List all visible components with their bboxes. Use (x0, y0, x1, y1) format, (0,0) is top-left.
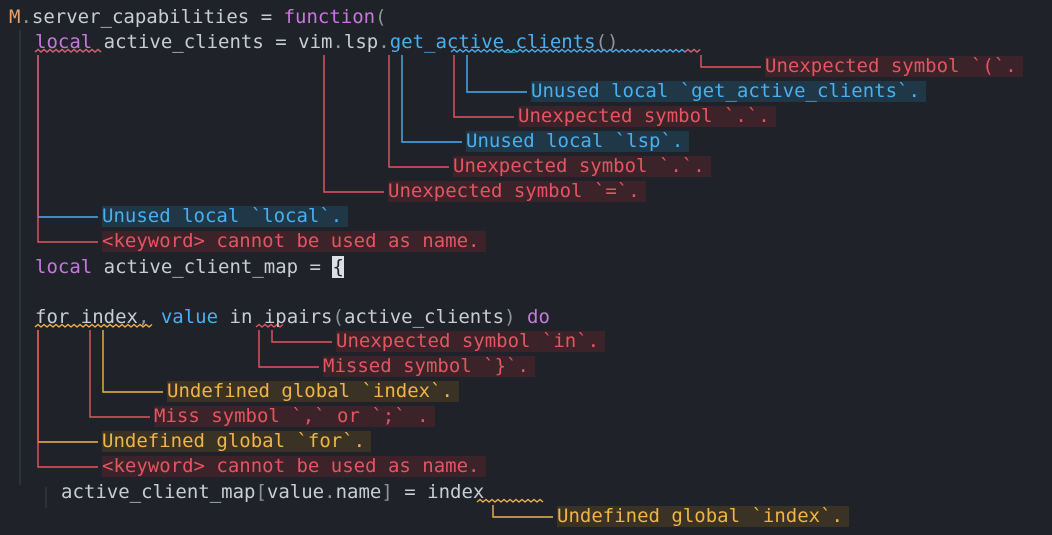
code-line-12[interactable]: for index, value in ipairs(active_client… (35, 305, 550, 330)
code-token: ipairs (252, 306, 333, 328)
code-token: index (69, 306, 138, 328)
code-token: = (309, 256, 321, 278)
diagnostic-connector (271, 330, 332, 343)
diagnostic-underline (476, 498, 544, 503)
code-token: active_client_map (92, 256, 310, 278)
code-token: index (427, 481, 485, 503)
code-token: , (137, 306, 161, 328)
diagnostic-connector (700, 55, 761, 68)
code-token: active_clients (92, 31, 276, 53)
diagnostic-message-hint: Unused local `local`. (102, 206, 349, 227)
code-token: . (20, 6, 32, 28)
diagnostic-connector (323, 55, 384, 193)
code-line-1[interactable]: local active_clients = vim.lsp.get_activ… (35, 30, 618, 55)
code-token: for (35, 306, 70, 328)
code-token: ) (504, 306, 516, 328)
diagnostic-message-error: Unexpected symbol `.`. (518, 106, 776, 127)
code-token: = (249, 6, 284, 28)
code-token: do (527, 306, 550, 328)
diagnostic-connector (37, 55, 98, 243)
code-line-19[interactable]: active_client_map[value.name] = index (61, 480, 484, 505)
code-token: value (160, 306, 219, 328)
diagnostic-connector (453, 55, 514, 118)
code-token: function (283, 6, 376, 28)
code-token: local (35, 31, 93, 53)
diagnostic-connector (37, 55, 98, 218)
code-token: ( (332, 306, 344, 328)
code-token: () (595, 31, 619, 53)
code-token: server_capabilities (31, 6, 250, 28)
diagnostic-message-error: Unexpected symbol `in`. (336, 331, 606, 352)
code-token: local (35, 256, 93, 278)
code-token: name (335, 481, 382, 503)
code-token: value (266, 481, 325, 503)
diagnostic-message-error: <keyword> cannot be used as name. (102, 456, 486, 477)
code-token: lsp (343, 31, 379, 53)
diagnostic-message-error: Miss symbol `,` or `;` . (154, 406, 435, 427)
diagnostic-connector (466, 55, 527, 93)
text-cursor: { (332, 256, 344, 278)
diagnostic-message-error: Unexpected symbol `(`. (765, 56, 1023, 77)
diagnostic-connector (258, 330, 319, 368)
diagnostic-message-hint: Unused local `lsp`. (466, 131, 690, 152)
diagnostic-underline (684, 48, 701, 53)
code-token: ( (375, 6, 387, 28)
diagnostic-connector (102, 330, 163, 393)
diagnostic-message-error: Unexpected symbol `=`. (388, 181, 646, 202)
diagnostic-message-hint: Unused local `get_active_clients`. (531, 81, 926, 102)
code-token: . (378, 31, 390, 53)
code-line-0[interactable]: M.server_capabilities = function( (9, 5, 387, 30)
code-token: [ (255, 481, 267, 503)
code-token: . (324, 481, 336, 503)
code-token: M (9, 6, 21, 28)
code-line-10[interactable]: local active_client_map = { (35, 255, 344, 280)
diagnostic-connector (401, 55, 462, 143)
diagnostic-message-error: Missed symbol `}`. (323, 356, 535, 377)
diagnostic-connector (89, 330, 150, 418)
code-token: in (229, 306, 253, 328)
diagnostic-message-warn: Undefined global `for`. (102, 431, 372, 452)
code-token: = (392, 481, 428, 503)
diagnostic-connector (37, 330, 98, 468)
diagnostic-connector (492, 505, 553, 518)
code-token: get_active_clients (389, 31, 596, 53)
diagnostic-connector (388, 55, 449, 168)
code-token: ] (381, 481, 393, 503)
code-token: . (332, 31, 344, 53)
code-token: active_clients (343, 306, 505, 328)
diagnostic-message-error: <keyword> cannot be used as name. (102, 231, 486, 252)
diagnostic-message-warn: Undefined global `index`. (167, 381, 459, 402)
diagnostic-connector (37, 330, 98, 443)
code-token: = (275, 31, 287, 53)
code-token: active_client_map (61, 481, 256, 503)
diagnostic-message-warn: Undefined global `index`. (557, 506, 849, 527)
code-token: vim (286, 31, 333, 53)
diagnostic-message-error: Unexpected symbol `.`. (453, 156, 711, 177)
code-editor[interactable]: M.server_capabilities = function(local a… (0, 0, 1052, 535)
